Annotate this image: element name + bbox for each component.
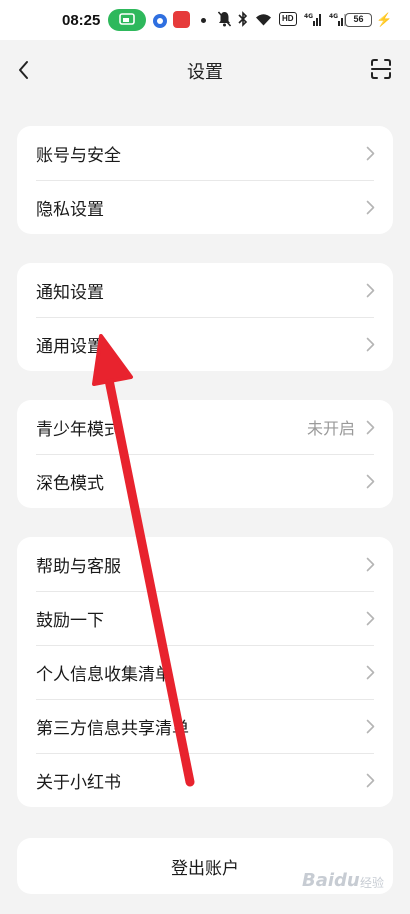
settings-item-label: 通用设置 <box>36 336 104 357</box>
app-notification-icon <box>153 14 167 28</box>
screen-cast-icon[interactable] <box>108 9 146 31</box>
settings-item-help[interactable]: 帮助与客服 <box>17 537 393 591</box>
status-bar: 08:25 HD 4G 4G 56 ⚡ <box>0 0 410 40</box>
settings-group-account: 账号与安全 隐私设置 <box>17 126 393 234</box>
wifi-icon <box>255 13 272 26</box>
status-icons: HD 4G 4G <box>218 11 347 27</box>
settings-item-notifications[interactable]: 通知设置 <box>17 263 393 317</box>
chevron-right-icon <box>366 557 375 572</box>
settings-item-label: 鼓励一下 <box>36 610 104 631</box>
settings-item-label: 帮助与客服 <box>36 556 121 577</box>
settings-item-encourage[interactable]: 鼓励一下 <box>17 591 393 645</box>
app-notification-icon-2 <box>173 11 190 28</box>
charging-icon: ⚡ <box>376 12 393 27</box>
chevron-right-icon <box>366 283 375 298</box>
settings-item-label: 账号与安全 <box>36 145 121 166</box>
settings-item-label: 深色模式 <box>36 473 104 494</box>
scan-icon[interactable] <box>369 57 393 81</box>
watermark-sub: 经验 <box>360 876 385 890</box>
settings-item-label: 第三方信息共享清单 <box>36 718 189 739</box>
chevron-right-icon <box>366 719 375 734</box>
settings-group-about: 帮助与客服 鼓励一下 个人信息收集清单 第三方信息共享清单 关于小红书 <box>17 537 393 807</box>
header: 设置 <box>0 40 410 100</box>
chevron-right-icon <box>366 200 375 215</box>
settings-item-about[interactable]: 关于小红书 <box>17 753 393 807</box>
settings-item-label: 个人信息收集清单 <box>36 664 172 685</box>
settings-item-label: 隐私设置 <box>36 199 104 220</box>
status-time: 08:25 <box>62 12 101 29</box>
page-title: 设置 <box>187 62 223 83</box>
chevron-right-icon <box>366 773 375 788</box>
watermark-logo: Baidu <box>302 870 360 891</box>
settings-item-personal-info-list[interactable]: 个人信息收集清单 <box>17 645 393 699</box>
chevron-right-icon <box>366 420 375 435</box>
settings-item-third-party-sharing[interactable]: 第三方信息共享清单 <box>17 699 393 753</box>
battery-icon: 56 <box>345 13 372 27</box>
settings-item-account-security[interactable]: 账号与安全 <box>17 126 393 180</box>
settings-item-privacy[interactable]: 隐私设置 <box>17 180 393 234</box>
settings-item-label: 关于小红书 <box>36 772 121 793</box>
chevron-right-icon <box>366 474 375 489</box>
chevron-right-icon <box>366 665 375 680</box>
baidu-watermark: Baidu 经验 <box>290 864 400 904</box>
chevron-right-icon <box>366 146 375 161</box>
settings-item-label: 通知设置 <box>36 282 104 303</box>
signal-icon-2: 4G <box>329 12 347 26</box>
bluetooth-icon <box>238 11 248 27</box>
settings-item-dark-mode[interactable]: 深色模式 <box>17 454 393 508</box>
settings-item-general[interactable]: 通用设置 <box>17 317 393 371</box>
chevron-right-icon <box>366 611 375 626</box>
settings-screen: 08:25 HD 4G 4G 56 ⚡ 设置 账号与安全 隐私设置 通知设置 通… <box>0 0 410 914</box>
settings-item-label: 青少年模式 <box>36 419 121 440</box>
dot-icon <box>201 18 206 23</box>
network-tag-hd: HD <box>279 12 297 26</box>
teen-mode-status: 未开启 <box>306 419 355 438</box>
chevron-right-icon <box>366 337 375 352</box>
mute-bell-icon <box>218 11 231 27</box>
signal-icon: 4G <box>304 12 322 26</box>
svg-text:4G: 4G <box>329 13 338 20</box>
settings-group-display: 青少年模式 未开启 深色模式 <box>17 400 393 508</box>
settings-group-general: 通知设置 通用设置 <box>17 263 393 371</box>
svg-text:4G: 4G <box>304 13 313 20</box>
settings-item-teen-mode[interactable]: 青少年模式 未开启 <box>17 400 393 454</box>
